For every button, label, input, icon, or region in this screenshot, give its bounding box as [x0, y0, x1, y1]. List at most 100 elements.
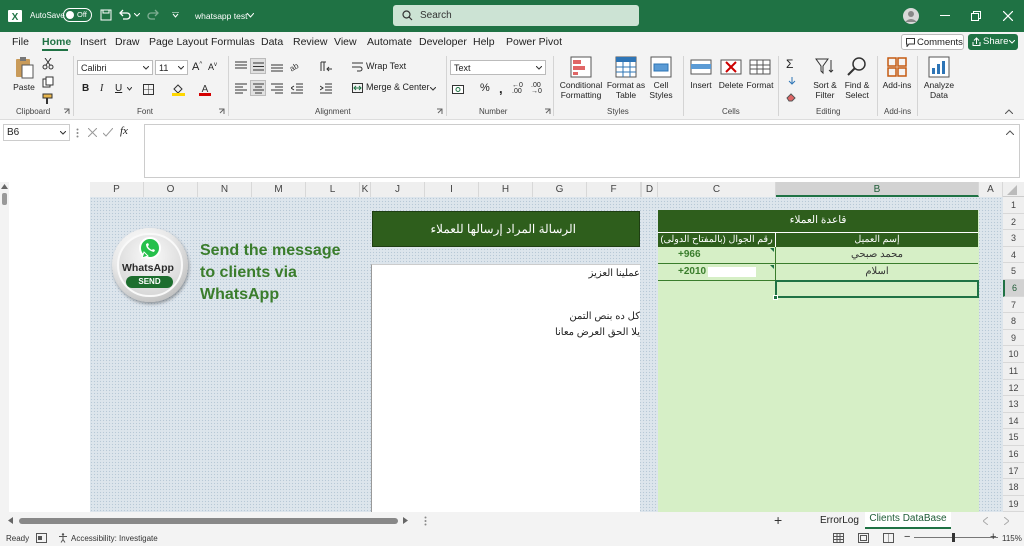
accessibility-status[interactable]: Accessibility: Investigate — [71, 534, 158, 543]
align-center-button[interactable] — [250, 80, 266, 96]
macro-record-icon[interactable] — [36, 533, 47, 543]
fill-handle[interactable] — [773, 295, 778, 300]
menu-automate[interactable]: Automate — [367, 36, 412, 48]
menu-help[interactable]: Help — [473, 36, 495, 48]
find-select-button[interactable]: Find & Select — [840, 56, 874, 100]
zoom-slider-thumb[interactable] — [952, 533, 955, 542]
align-left-icon[interactable] — [235, 83, 247, 94]
row-header-19[interactable]: 19 — [1003, 495, 1024, 513]
normal-view-icon[interactable] — [833, 533, 844, 543]
search-box[interactable]: Search — [393, 5, 639, 26]
column-header-j[interactable]: J — [371, 182, 425, 197]
autosum-icon[interactable]: Σ — [786, 57, 793, 71]
collapse-ribbon-icon[interactable] — [1005, 109, 1013, 114]
fill-color-icon[interactable] — [172, 83, 185, 96]
font-size-select[interactable]: 11 — [155, 60, 188, 75]
vertical-scroll-thumb[interactable] — [2, 193, 7, 205]
share-button[interactable]: Share — [968, 34, 1018, 50]
user-avatar[interactable] — [903, 8, 919, 24]
align-bottom-icon[interactable] — [271, 61, 283, 72]
row-header-10[interactable]: 10 — [1003, 346, 1024, 363]
number-format-select[interactable]: Text — [450, 60, 546, 75]
comments-button[interactable]: Comments — [901, 34, 964, 50]
close-icon[interactable] — [1003, 11, 1013, 21]
menu-draw[interactable]: Draw — [115, 36, 140, 48]
fill-icon[interactable] — [787, 76, 797, 86]
delete-cells-button[interactable]: Delete — [716, 56, 746, 90]
horizontal-scroll-thumb[interactable] — [19, 518, 398, 524]
format-cells-button[interactable]: Format — [745, 56, 775, 90]
analyze-data-button[interactable]: Analyze Data — [920, 56, 958, 100]
menu-formulas[interactable]: Formulas — [211, 36, 255, 48]
alignment-launcher-icon[interactable] — [436, 108, 443, 115]
rtl-direction-icon[interactable] — [318, 61, 332, 72]
zoom-level[interactable]: 115% — [1002, 534, 1022, 543]
font-name-select[interactable]: Calibri — [77, 60, 153, 75]
row-header-7[interactable]: 7 — [1003, 296, 1024, 314]
insert-function-icon[interactable]: fx — [120, 125, 128, 137]
page-break-view-icon[interactable] — [883, 533, 894, 543]
zoom-out-button[interactable]: − — [904, 531, 910, 543]
menu-developer[interactable]: Developer — [419, 36, 467, 48]
filename-chevron-icon[interactable] — [247, 13, 254, 18]
row-header-3[interactable]: 3 — [1003, 230, 1024, 247]
number-launcher-icon[interactable] — [544, 108, 551, 115]
menu-power-pivot[interactable]: Power Pivot — [506, 36, 562, 48]
column-header-k[interactable]: K — [360, 182, 371, 197]
column-header-o[interactable]: O — [144, 182, 198, 197]
align-middle-button[interactable] — [250, 58, 266, 74]
row-header-1[interactable]: 1 — [1003, 197, 1024, 214]
bold-icon[interactable]: B — [82, 83, 89, 94]
row-header-15[interactable]: 15 — [1003, 429, 1024, 446]
decrease-font-icon[interactable]: Av — [208, 62, 217, 72]
column-header-l[interactable]: L — [306, 182, 360, 197]
accounting-format-icon[interactable] — [452, 83, 468, 95]
font-color-icon[interactable]: A — [199, 83, 211, 96]
tab-scroll-next-icon[interactable] — [1004, 517, 1009, 525]
clipboard-launcher-icon[interactable] — [63, 108, 70, 115]
client-phone-cell[interactable]: +2010 — [658, 264, 776, 280]
underline-chevron-icon[interactable] — [127, 87, 132, 91]
comma-style-icon[interactable]: , — [499, 81, 503, 96]
column-header-m[interactable]: M — [252, 182, 306, 197]
redo-icon[interactable] — [146, 9, 160, 21]
client-name-cell[interactable]: اسلام — [776, 264, 978, 280]
format-as-table-button[interactable]: Format as Table — [606, 56, 646, 100]
cut-icon[interactable] — [42, 58, 54, 70]
row-header-14[interactable]: 14 — [1003, 412, 1024, 430]
menu-data[interactable]: Data — [261, 36, 283, 48]
align-top-icon[interactable] — [235, 61, 247, 72]
client-phone-cell[interactable]: +966 — [658, 247, 776, 263]
column-header-p[interactable]: P — [90, 182, 144, 197]
menu-view[interactable]: View — [334, 36, 357, 48]
message-body[interactable]: عملينا العزيز كل ده بنص التمن يلا الحق ا… — [371, 264, 640, 512]
borders-icon[interactable] — [143, 84, 154, 95]
undo-icon[interactable] — [118, 9, 132, 21]
row-header-6[interactable]: 6 — [1003, 280, 1024, 297]
menu-review[interactable]: Review — [293, 36, 327, 48]
select-all-corner[interactable] — [1003, 182, 1024, 197]
whatsapp-send-button[interactable]: WhatsApp SEND — [112, 228, 188, 302]
copy-icon[interactable] — [42, 76, 54, 88]
formula-input[interactable] — [144, 124, 1020, 178]
column-header-n[interactable]: N — [198, 182, 252, 197]
row-header-4[interactable]: 4 — [1003, 246, 1024, 264]
column-header-b[interactable]: B — [776, 182, 979, 197]
vertical-scrollbar[interactable] — [0, 182, 9, 512]
confirm-entry-icon[interactable] — [103, 128, 113, 137]
page-layout-view-icon[interactable] — [858, 533, 869, 543]
column-header-h[interactable]: H — [479, 182, 533, 197]
row-header-17[interactable]: 17 — [1003, 462, 1024, 480]
zoom-in-button[interactable]: + — [990, 531, 996, 543]
row-header-5[interactable]: 5 — [1003, 263, 1024, 280]
menu-home[interactable]: Home — [42, 36, 71, 48]
row-header-16[interactable]: 16 — [1003, 446, 1024, 463]
menu-page-layout[interactable]: Page Layout — [149, 36, 208, 48]
tab-options-icon[interactable] — [424, 516, 427, 526]
increase-indent-icon[interactable] — [320, 83, 332, 94]
column-header-a[interactable]: A — [979, 182, 1003, 197]
client-name-cell[interactable]: محمد صبحي — [776, 247, 978, 263]
restore-icon[interactable] — [971, 11, 981, 21]
customize-toolbar-icon[interactable] — [172, 12, 179, 18]
row-header-8[interactable]: 8 — [1003, 313, 1024, 330]
